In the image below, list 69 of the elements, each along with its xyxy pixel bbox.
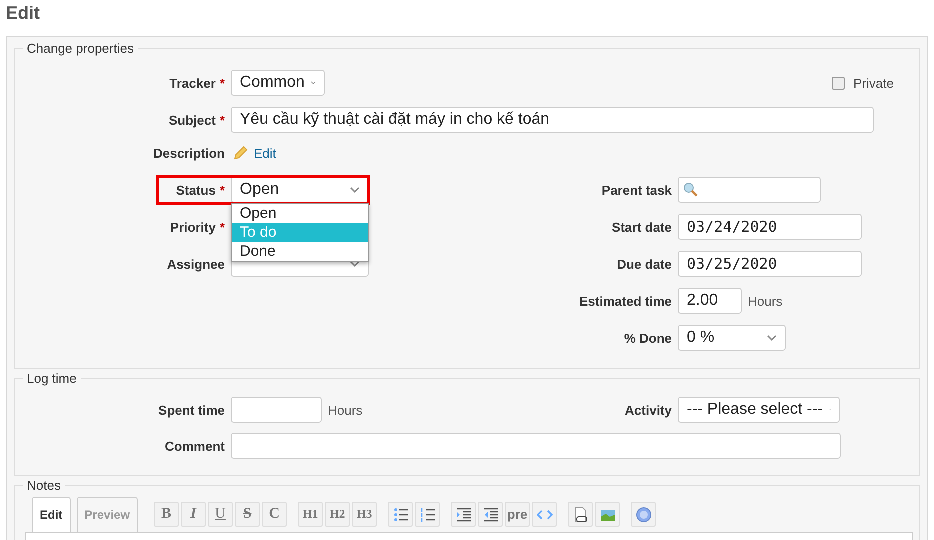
fieldset-legend: Change properties (23, 41, 138, 56)
field-label: % Done (624, 330, 672, 346)
due-date-field[interactable]: 03/25/2020 (678, 251, 862, 277)
field-label: Due date (617, 256, 672, 272)
field-label: Estimated time (580, 294, 672, 308)
indent-button[interactable] (451, 502, 476, 527)
field-label: Spent time (158, 402, 225, 418)
editor-tab[interactable]: Edit (32, 497, 71, 532)
page-title: Edit (6, 3, 41, 25)
heading-button[interactable]: H3 (352, 502, 378, 527)
activity-select[interactable]: --- Please select --- (678, 397, 840, 423)
private-checkbox[interactable] (832, 76, 845, 90)
subject-field[interactable]: Yêu cầu kỹ thuật cài đặt máy in cho kế toán (231, 107, 874, 133)
field-label: Tracker (170, 76, 216, 90)
spent-time-field[interactable] (231, 397, 322, 423)
chevron-down-icon (350, 187, 360, 193)
format-button[interactable]: I (181, 502, 206, 527)
bulleted-list-button[interactable] (388, 502, 414, 527)
preformatted-button[interactable]: pre (505, 502, 530, 527)
format-button[interactable]: C (262, 502, 288, 527)
required-mark: * (220, 182, 225, 198)
unit-label: Hours (328, 402, 363, 418)
chevron-down-icon (767, 335, 777, 341)
field-label: Start date (612, 220, 672, 234)
checkbox-label: Private (854, 76, 894, 90)
numbered-list-button[interactable] (415, 502, 440, 527)
start-date-field[interactable]: 03/24/2020 (678, 214, 862, 240)
outdent-icon (482, 506, 499, 522)
code-button[interactable] (532, 502, 558, 527)
help-icon (636, 506, 652, 522)
numbered-list-icon (420, 506, 436, 522)
field-label: Subject (168, 112, 216, 128)
format-button[interactable]: U (208, 502, 234, 527)
pencil-icon (233, 145, 249, 161)
dropdown-option[interactable]: Done (232, 242, 368, 261)
search-icon (683, 182, 699, 198)
chevron-down-icon (310, 80, 316, 86)
parent-task-field[interactable] (678, 177, 821, 203)
bulleted-list-icon (392, 506, 409, 522)
heading-button[interactable]: H2 (325, 502, 350, 527)
done-select[interactable]: 0 % (678, 325, 786, 351)
link-button[interactable] (568, 502, 594, 527)
required-mark: * (220, 112, 225, 128)
field-label: Assignee (167, 256, 225, 272)
indent-icon (456, 506, 472, 522)
required-mark: * (220, 220, 225, 234)
field-label: Status (176, 182, 216, 198)
tracker-select[interactable]: Common (231, 70, 325, 96)
fieldset-legend: Log time (23, 371, 81, 386)
fieldset-legend: Notes (23, 478, 65, 493)
unit-label: Hours (748, 294, 783, 308)
field-label: Comment (165, 438, 225, 454)
field-label: Parent task (602, 182, 672, 198)
edit-link[interactable]: Edit (254, 146, 276, 160)
estimated-time-field[interactable]: 2.00 (678, 288, 742, 314)
field-label: Activity (625, 402, 672, 418)
field-label: Priority (170, 220, 216, 234)
outdent-button[interactable] (478, 502, 504, 527)
heading-button[interactable]: H1 (298, 502, 324, 527)
format-button[interactable]: B (154, 502, 180, 527)
required-mark: * (220, 76, 225, 90)
chevron-down-icon (350, 261, 360, 267)
format-button[interactable]: S (235, 502, 260, 527)
comment-field[interactable] (231, 433, 841, 459)
status-select[interactable]: Open (231, 177, 369, 203)
link-icon (572, 506, 589, 522)
field-label: Description (153, 146, 225, 160)
dropdown-option[interactable]: Open (232, 204, 368, 223)
help-button[interactable] (631, 502, 656, 527)
